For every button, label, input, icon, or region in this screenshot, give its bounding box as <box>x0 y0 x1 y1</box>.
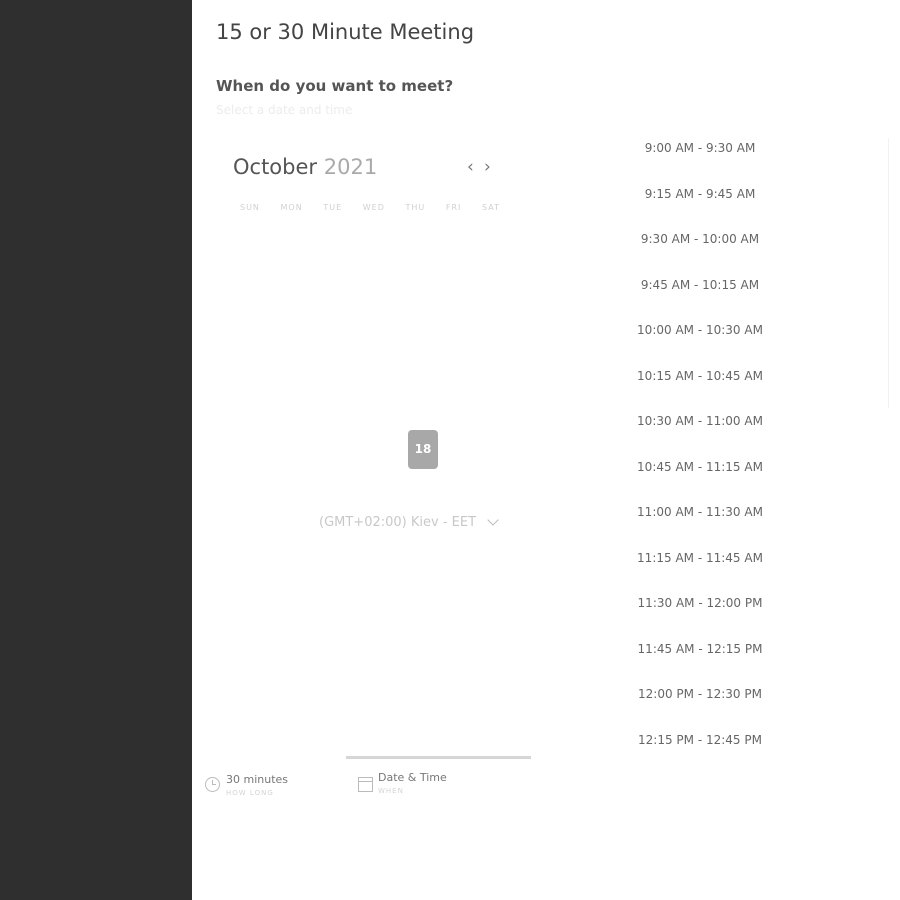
weekday-label: WED <box>362 203 385 212</box>
calendar-icon <box>358 777 373 792</box>
year: 2021 <box>323 155 378 179</box>
time-slot[interactable]: 10:45 AM - 11:15 AM <box>620 460 780 474</box>
timezone-select[interactable]: (GMT+02:00) Kiev - EET <box>319 515 476 530</box>
time-slot[interactable]: 10:00 AM - 10:30 AM <box>620 323 780 337</box>
step-duration-label[interactable]: 30 minutes <box>226 773 288 786</box>
step-datetime-sub: WHEN <box>378 787 404 795</box>
calendar-day-selected[interactable]: 18 <box>408 430 438 469</box>
weekday-label: TUE <box>323 203 343 212</box>
when-question: When do you want to meet? <box>216 77 454 95</box>
step-duration-sub: HOW LONG <box>226 789 274 797</box>
select-hint: Select a date and time <box>216 103 353 117</box>
sidebar <box>0 0 192 900</box>
next-month-button[interactable]: › <box>484 157 491 177</box>
time-slot[interactable]: 10:15 AM - 10:45 AM <box>620 369 780 383</box>
time-slot[interactable]: 11:15 AM - 11:45 AM <box>620 551 780 565</box>
month-label: October 2021 <box>233 155 377 179</box>
active-step-indicator <box>346 756 531 759</box>
time-slot[interactable]: 9:00 AM - 9:30 AM <box>620 141 780 155</box>
time-slot[interactable]: 10:30 AM - 11:00 AM <box>620 414 780 428</box>
time-slot[interactable]: 11:30 AM - 12:00 PM <box>620 596 780 610</box>
weekday-label: THU <box>405 203 426 212</box>
weekday-header: SUN MON TUE WED THU FRI SAT <box>240 203 500 212</box>
weekday-label: SAT <box>481 203 500 212</box>
month-name: October <box>233 155 318 179</box>
prev-month-button[interactable]: ‹ <box>467 157 474 177</box>
weekday-label: MON <box>280 203 303 212</box>
time-slot[interactable]: 9:15 AM - 9:45 AM <box>620 187 780 201</box>
weekday-label: SUN <box>240 203 260 212</box>
clock-icon <box>205 777 220 792</box>
booking-panel: 15 or 30 Minute Meeting When do you want… <box>192 0 900 900</box>
time-slot[interactable]: 9:30 AM - 10:00 AM <box>620 232 780 246</box>
meeting-title: 15 or 30 Minute Meeting <box>216 20 475 44</box>
step-datetime-label[interactable]: Date & Time <box>378 771 447 784</box>
time-slot[interactable]: 12:15 PM - 12:45 PM <box>620 733 780 747</box>
weekday-label: FRI <box>445 203 462 212</box>
time-slot[interactable]: 9:45 AM - 10:15 AM <box>620 278 780 292</box>
chevron-down-icon[interactable] <box>487 514 499 526</box>
time-slot[interactable]: 11:45 AM - 12:15 PM <box>620 642 780 656</box>
time-slot[interactable]: 11:00 AM - 11:30 AM <box>620 505 780 519</box>
time-slot[interactable]: 12:00 PM - 12:30 PM <box>620 687 780 701</box>
scrollbar[interactable] <box>888 138 889 408</box>
